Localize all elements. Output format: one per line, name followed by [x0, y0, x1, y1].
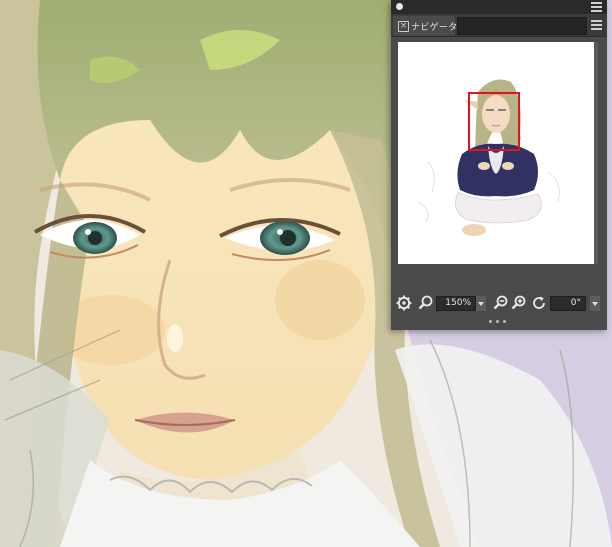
tab-drop-area	[457, 17, 587, 35]
close-icon[interactable]: ×	[398, 21, 409, 32]
hamburger-icon[interactable]	[591, 20, 602, 30]
zoom-input[interactable]: 150%	[436, 296, 476, 311]
zoom-out-icon[interactable]	[492, 294, 510, 312]
panel-titlebar[interactable]	[391, 0, 607, 14]
canvas-thumbnail[interactable]	[398, 42, 594, 264]
navigator-panel: × ナビゲータ 150% 0°	[391, 0, 607, 330]
hamburger-icon[interactable]	[591, 2, 602, 12]
more-dots-icon[interactable]	[489, 320, 511, 325]
tab-label: ナビゲータ	[411, 23, 458, 33]
tab-navigator[interactable]: × ナビゲータ	[393, 16, 458, 36]
rotate-icon[interactable]	[530, 294, 548, 312]
navigator-toolbar: 150% 0°	[391, 292, 607, 316]
thumbnail-image	[398, 42, 594, 264]
panel-collapse-dot[interactable]	[396, 3, 403, 10]
panel-tab-bar: × ナビゲータ	[391, 14, 607, 37]
preview-scrollbar[interactable]	[594, 42, 598, 264]
navigator-preview[interactable]	[398, 42, 598, 264]
zoom-dropdown[interactable]	[476, 296, 486, 311]
gear-icon[interactable]	[395, 294, 413, 312]
magnifier-icon[interactable]	[417, 294, 435, 312]
zoom-in-icon[interactable]	[510, 294, 528, 312]
rotation-dropdown[interactable]	[590, 296, 600, 311]
rotation-input[interactable]: 0°	[550, 296, 586, 311]
